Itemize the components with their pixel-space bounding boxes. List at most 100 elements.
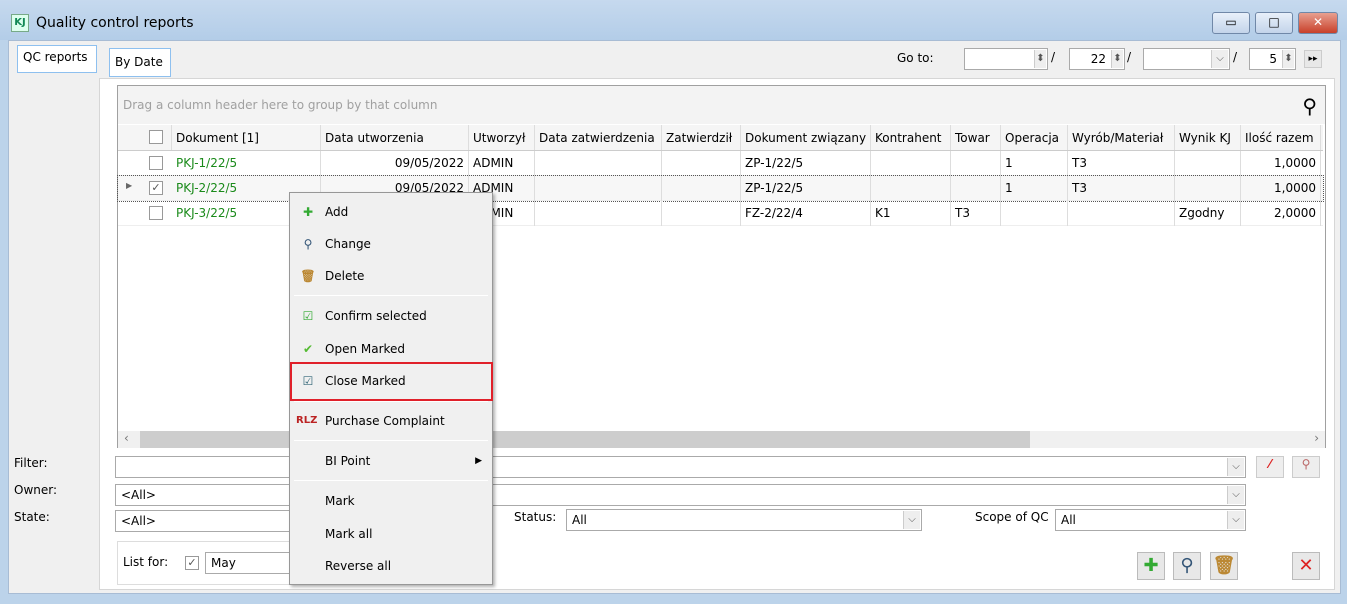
table-cell: K1 [871,201,951,226]
menu-separator [294,295,488,296]
column-header[interactable]: Dokument [1] [172,125,321,150]
row-checkbox[interactable]: ✓ [149,181,163,195]
table-cell [871,176,951,201]
trash-icon: 🗑 [300,269,316,283]
table-cell: 09/05/2022 [321,151,469,176]
column-header[interactable]: Data utworzenia [321,125,469,150]
status-select[interactable]: All ⌵ [566,509,922,531]
owner-value: <All> [121,488,156,502]
clear-filter-icon[interactable]: ⁄ [1256,456,1284,478]
complaint-icon: RLZ [296,415,318,426]
menu-item-mark[interactable]: Mark [290,488,492,514]
minimize-button[interactable]: ▭ [1212,12,1250,34]
table-cell [1001,201,1068,226]
goto-label: Go to: [897,51,934,65]
table-cell [662,176,741,201]
go-button[interactable]: ▸▸ [1304,50,1322,68]
checkbox-check-icon: ☑ [302,309,314,323]
tab-qc-reports[interactable]: QC reports [17,45,97,73]
column-header[interactable]: Kontrahent [871,125,951,150]
list-for-month[interactable]: May [205,552,295,574]
table-row[interactable]: PKJ-1/22/5 09/05/2022 ADMIN ZP-1/22/5 1 T3 1,0… [118,151,1323,176]
table-cell: 1,0000 [1241,176,1321,201]
title-bar [0,0,1347,40]
column-header[interactable]: Wynik KJ [1175,125,1241,150]
menu-separator [294,440,488,441]
state-label: State: [14,510,50,524]
scope-value: All [1061,513,1076,527]
table-cell [1175,151,1241,176]
maximize-button[interactable]: □ [1255,12,1293,34]
status-label: Status: [514,510,557,524]
add-button[interactable]: ✚ [1137,552,1165,580]
owner-select[interactable]: <All> ⌵ [115,484,1246,506]
table-cell: 1 [1001,151,1068,176]
table-cell: ZP-1/22/5 [741,151,871,176]
menu-item-purchase-complaint[interactable]: RLZ Purchase Complaint [290,408,492,434]
filter-input[interactable]: ⌵ [115,456,1246,478]
goto-month-select[interactable]: ⌵ [1143,48,1230,70]
filter-builder-icon[interactable]: ⚲ [1292,456,1320,478]
menu-item-delete[interactable]: 🗑 Delete [290,263,492,289]
menu-item-bi-point[interactable]: BI Point ▶ [290,448,492,474]
column-header[interactable]: Operacja [1001,125,1068,150]
table-cell: T3 [951,201,1001,226]
menu-item-open-marked[interactable]: ✔ Open Marked [290,336,492,362]
context-menu: ✚ Add ⚲ Change 🗑 Delete ☑ Confirm selected ✔… [289,192,493,585]
column-header[interactable]: Wyrób/Materiał [1068,125,1175,150]
highlight-box [290,362,493,401]
table-cell: 1 [1001,176,1068,201]
table-cell [871,151,951,176]
column-header[interactable]: Zatwierdził [662,125,741,150]
goto-number-spinner[interactable]: 5 ⬍ [1249,48,1296,70]
search-icon[interactable]: ⚲ [1302,94,1317,118]
select-all-checkbox[interactable] [149,130,163,144]
scrollbar-thumb[interactable] [140,431,1030,448]
change-button[interactable]: ⚲ [1173,552,1201,580]
state-select[interactable]: <All> [115,510,295,532]
number-value: 5 [1269,52,1277,66]
table-cell [1175,176,1241,201]
table-cell: ZP-1/22/5 [741,176,871,201]
column-header[interactable]: Dokument związany [741,125,871,150]
table-cell [535,176,662,201]
menu-item-change[interactable]: ⚲ Change [290,231,492,257]
add-icon: ✚ [302,205,314,219]
table-cell: T3 [1068,151,1175,176]
delete-button[interactable]: 🗑 [1210,552,1238,580]
table-cell: Zgodny [1175,201,1241,226]
column-header[interactable]: Towar [951,125,1001,150]
menu-item-add[interactable]: ✚ Add [290,199,492,225]
separator: / [1127,50,1132,64]
list-for-label: List for: [123,555,169,569]
column-header[interactable]: Utworzył [469,125,535,150]
current-row-indicator-icon: ▶ [126,181,133,190]
list-for-checkbox[interactable]: ✓ [185,556,199,570]
scope-select[interactable]: All ⌵ [1055,509,1246,531]
table-cell: T3 [1068,176,1175,201]
column-header[interactable]: Ilość razem [1241,125,1321,150]
app-icon: KJ [11,14,29,32]
row-checkbox[interactable] [149,156,163,170]
menu-item-reverse-all[interactable]: Reverse all [290,553,492,579]
owner-label: Owner: [14,483,58,497]
table-cell [662,151,741,176]
menu-item-mark-all[interactable]: Mark all [290,521,492,547]
menu-separator [294,401,488,402]
tab-by-date[interactable]: By Date [109,48,171,77]
table-cell: 1,0000 [1241,151,1321,176]
scope-label: Scope of QC [975,510,1049,524]
separator: / [1233,50,1238,64]
grid-header: Dokument [1] Data utworzenia Utworzył Data … [118,125,1323,151]
goto-year-spinner[interactable]: 22 ⬍ [1069,48,1125,70]
column-header[interactable]: Data zatwierdzenia [535,125,662,150]
checkmark-icon: ✔ [302,342,314,356]
row-checkbox[interactable] [149,206,163,220]
table-cell [535,201,662,226]
menu-item-confirm-selected[interactable]: ☑ Confirm selected [290,303,492,329]
table-cell: FZ-2/22/4 [741,201,871,226]
cancel-button[interactable]: ✕ [1292,552,1320,580]
close-button[interactable]: ✕ [1298,12,1338,34]
goto-day-spinner[interactable]: ⬍ [964,48,1048,70]
menu-separator [294,480,488,481]
